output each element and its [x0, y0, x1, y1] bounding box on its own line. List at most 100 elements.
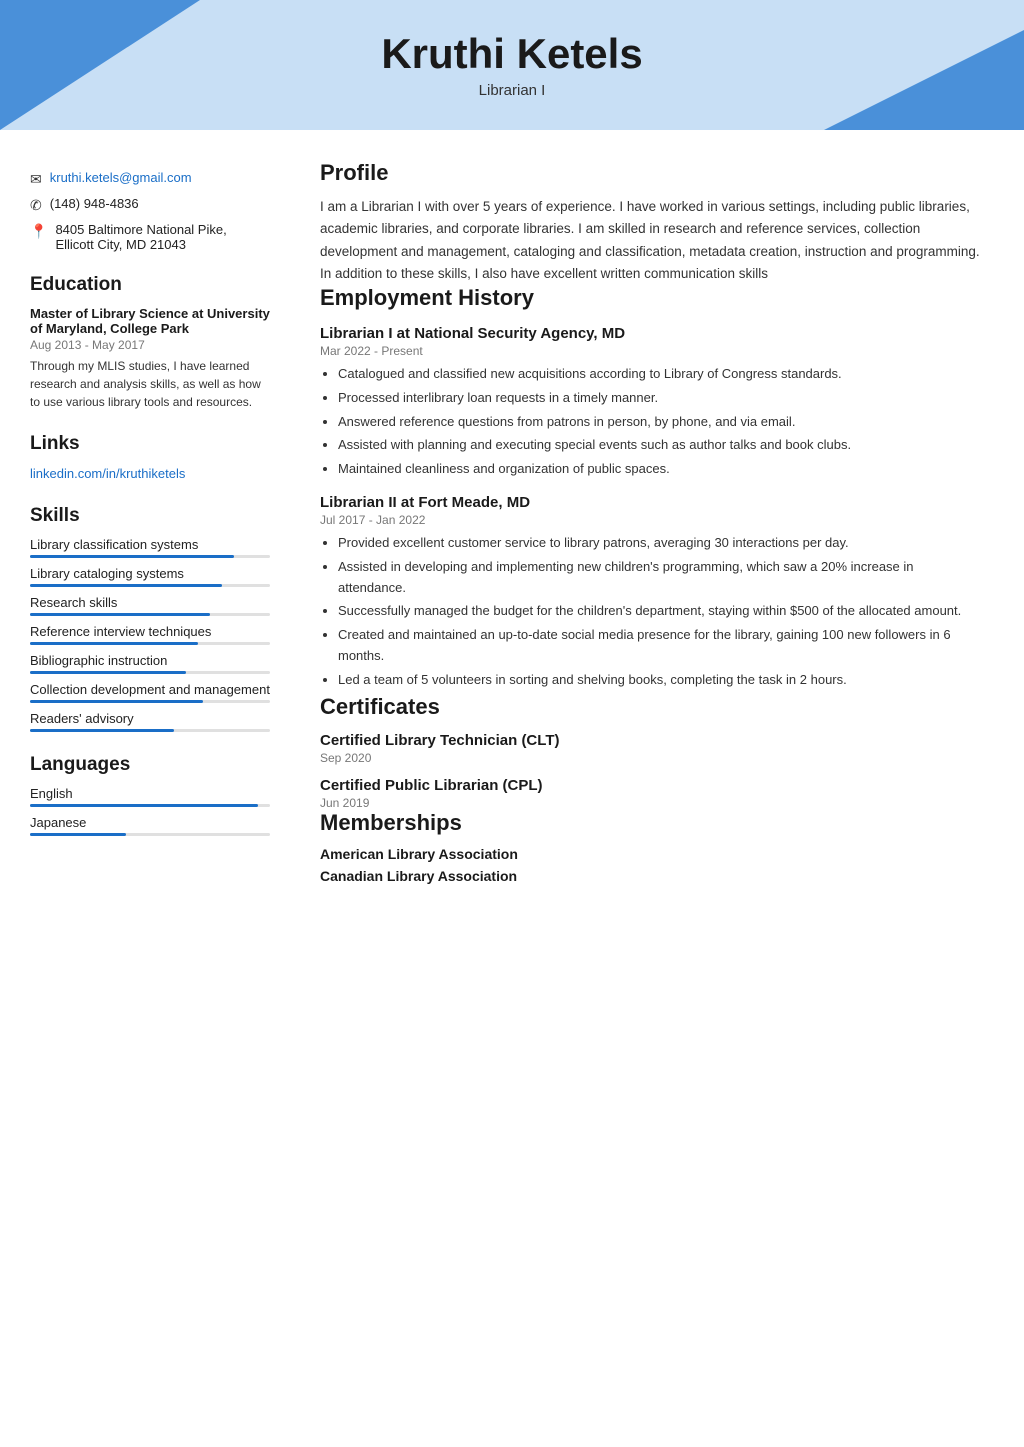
languages-list: English Japanese [30, 786, 270, 836]
phone-icon: ✆ [30, 197, 42, 214]
certificates-section: Certificates Certified Library Technicia… [320, 694, 984, 810]
lang-bar-fill [30, 833, 126, 836]
header: Kruthi Ketels Librarian I [0, 0, 1024, 130]
candidate-name: Kruthi Ketels [20, 30, 1004, 78]
skill-bar-fill [30, 584, 222, 587]
profile-text: I am a Librarian I with over 5 years of … [320, 196, 984, 285]
job-bullets: Catalogued and classified new acquisitio… [320, 364, 984, 480]
certificates-title: Certificates [320, 694, 984, 720]
profile-title: Profile [320, 160, 984, 186]
skill-item: Research skills [30, 595, 270, 616]
languages-title: Languages [30, 754, 270, 776]
job-title: Librarian II at Fort Meade, MD [320, 494, 984, 511]
skill-item: Readers' advisory [30, 711, 270, 732]
skill-label: Library cataloging systems [30, 566, 270, 581]
skills-title: Skills [30, 505, 270, 527]
cert-date: Jun 2019 [320, 796, 984, 810]
language-item: English [30, 786, 270, 807]
skill-label: Library classification systems [30, 537, 270, 552]
address: 8405 Baltimore National Pike, Ellicott C… [55, 222, 226, 252]
candidate-title: Librarian I [20, 82, 1004, 99]
skill-bar-bg [30, 700, 270, 703]
skill-item: Bibliographic instruction [30, 653, 270, 674]
membership-item: American Library Association [320, 846, 984, 862]
contact-phone-row: ✆ (148) 948-4836 [30, 196, 270, 214]
job-bullet: Answered reference questions from patron… [338, 412, 984, 433]
job-bullet: Created and maintained an up-to-date soc… [338, 625, 984, 667]
linkedin-link[interactable]: linkedin.com/in/kruthiketels [30, 466, 185, 481]
skill-bar-fill [30, 555, 234, 558]
skill-bar-bg [30, 671, 270, 674]
skill-label: Research skills [30, 595, 270, 610]
memberships-list: American Library Association Canadian Lib… [320, 846, 984, 884]
email-icon: ✉ [30, 171, 42, 188]
edu-desc: Through my MLIS studies, I have learned … [30, 357, 270, 411]
skills-list: Library classification systems Library c… [30, 537, 270, 732]
skill-label: Readers' advisory [30, 711, 270, 726]
job-entry: Librarian II at Fort Meade, MD Jul 2017 … [320, 494, 984, 691]
skill-bar-bg [30, 642, 270, 645]
cert-title: Certified Library Technician (CLT) [320, 732, 984, 749]
skill-bar-bg [30, 729, 270, 732]
skills-section: Skills Library classification systems Li… [30, 505, 270, 732]
lang-bar-bg [30, 833, 270, 836]
contact-info: ✉ kruthi.ketels@gmail.com ✆ (148) 948-48… [30, 170, 270, 252]
skill-bar-fill [30, 729, 174, 732]
education-section: Education Master of Library Science at U… [30, 274, 270, 411]
job-bullet: Provided excellent customer service to l… [338, 533, 984, 554]
skill-item: Reference interview techniques [30, 624, 270, 645]
job-bullet: Led a team of 5 volunteers in sorting an… [338, 670, 984, 691]
memberships-section: Memberships American Library Association… [320, 810, 984, 884]
skill-item: Library cataloging systems [30, 566, 270, 587]
job-bullet: Processed interlibrary loan requests in … [338, 388, 984, 409]
edu-degree: Master of Library Science at University … [30, 306, 270, 336]
phone-number: (148) 948-4836 [50, 196, 139, 211]
job-title: Librarian I at National Security Agency,… [320, 325, 984, 342]
languages-section: Languages English Japanese [30, 754, 270, 836]
email-link[interactable]: kruthi.ketels@gmail.com [50, 170, 192, 185]
skill-bar-bg [30, 555, 270, 558]
memberships-title: Memberships [320, 810, 984, 836]
employment-title: Employment History [320, 285, 984, 311]
cert-entry: Certified Public Librarian (CPL) Jun 201… [320, 777, 984, 810]
links-title: Links [30, 433, 270, 455]
language-item: Japanese [30, 815, 270, 836]
lang-bar-bg [30, 804, 270, 807]
education-title: Education [30, 274, 270, 296]
membership-item: Canadian Library Association [320, 868, 984, 884]
job-bullet: Catalogued and classified new acquisitio… [338, 364, 984, 385]
profile-section: Profile I am a Librarian I with over 5 y… [320, 160, 984, 285]
job-date: Jul 2017 - Jan 2022 [320, 513, 984, 527]
cert-date: Sep 2020 [320, 751, 984, 765]
cert-title: Certified Public Librarian (CPL) [320, 777, 984, 794]
skill-bar-fill [30, 613, 210, 616]
job-bullet: Maintained cleanliness and organization … [338, 459, 984, 480]
contact-address-row: 📍 8405 Baltimore National Pike, Ellicott… [30, 222, 270, 252]
skill-bar-bg [30, 584, 270, 587]
job-bullets: Provided excellent customer service to l… [320, 533, 984, 691]
lang-label: English [30, 786, 270, 801]
skill-label: Reference interview techniques [30, 624, 270, 639]
lang-bar-fill [30, 804, 258, 807]
job-bullet: Assisted in developing and implementing … [338, 557, 984, 599]
skill-label: Collection development and management [30, 682, 270, 697]
certs-list: Certified Library Technician (CLT) Sep 2… [320, 732, 984, 810]
skill-bar-fill [30, 642, 198, 645]
links-section: Links linkedin.com/in/kruthiketels [30, 433, 270, 483]
body-layout: ✉ kruthi.ketels@gmail.com ✆ (148) 948-48… [0, 130, 1024, 920]
job-entry: Librarian I at National Security Agency,… [320, 325, 984, 480]
main-content: Profile I am a Librarian I with over 5 y… [290, 130, 1024, 920]
job-date: Mar 2022 - Present [320, 344, 984, 358]
skill-item: Collection development and management [30, 682, 270, 703]
skill-bar-fill [30, 671, 186, 674]
jobs-list: Librarian I at National Security Agency,… [320, 325, 984, 691]
employment-section: Employment History Librarian I at Nation… [320, 285, 984, 691]
skill-bar-bg [30, 613, 270, 616]
sidebar: ✉ kruthi.ketels@gmail.com ✆ (148) 948-48… [0, 130, 290, 920]
lang-label: Japanese [30, 815, 270, 830]
skill-item: Library classification systems [30, 537, 270, 558]
contact-email-row: ✉ kruthi.ketels@gmail.com [30, 170, 270, 188]
cert-entry: Certified Library Technician (CLT) Sep 2… [320, 732, 984, 765]
location-icon: 📍 [30, 223, 47, 240]
skill-label: Bibliographic instruction [30, 653, 270, 668]
